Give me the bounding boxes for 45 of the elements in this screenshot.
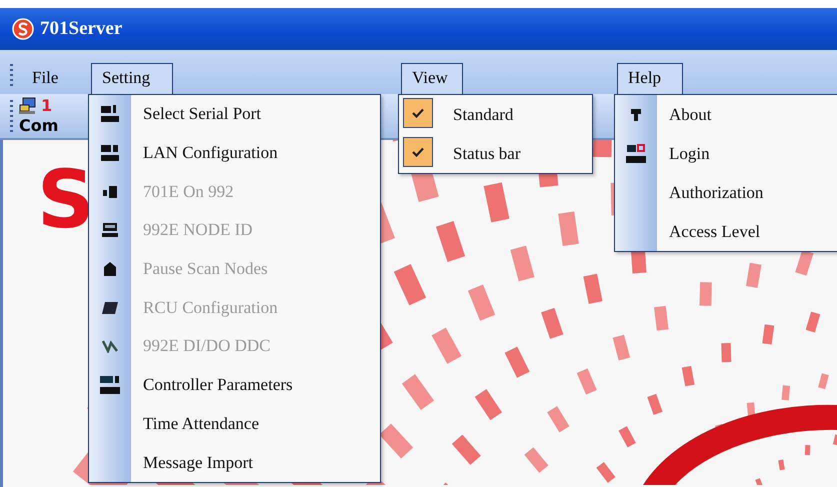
menu-item[interactable]: Time Attendance — [89, 404, 380, 444]
menu-item[interactable]: Authorization — [615, 173, 837, 212]
checkmark-icon — [412, 108, 424, 118]
pattern-tile — [700, 282, 712, 306]
menu-tab[interactable]: Setting — [91, 63, 173, 94]
menu-tab[interactable]: File — [21, 63, 81, 94]
pattern-tile — [612, 334, 630, 360]
menu-item[interactable]: About — [615, 95, 837, 134]
serial-port-icon — [100, 104, 120, 124]
com-label: Com — [19, 116, 58, 136]
pattern-tile — [832, 434, 837, 446]
pattern-tile — [782, 385, 790, 400]
menu-item[interactable]: Access Level — [615, 212, 837, 251]
pattern-tile — [778, 460, 785, 470]
menu-item[interactable]: Message Import — [89, 443, 380, 482]
window-title: 701Server — [40, 18, 122, 40]
pattern-tile — [806, 312, 820, 332]
pattern-tile — [762, 324, 774, 344]
pattern-tile — [804, 444, 810, 456]
network-icon — [100, 143, 120, 164]
pattern-tile — [558, 212, 579, 246]
menu-item[interactable]: Status bar — [399, 134, 592, 173]
com-tool-button[interactable]: 1 Com — [19, 96, 58, 136]
com-number: 1 — [41, 96, 52, 116]
computer-icon — [19, 97, 37, 115]
pattern-tile — [682, 366, 695, 386]
app-logo-icon — [12, 18, 34, 40]
menu-tab[interactable]: Help — [617, 63, 683, 94]
pattern-tile — [583, 274, 602, 304]
pattern-tile — [818, 373, 829, 390]
panel-icon — [102, 300, 118, 315]
pattern-tile — [755, 478, 764, 485]
menu-item[interactable]: Controller Parameters — [89, 366, 380, 404]
pattern-tile — [647, 394, 663, 415]
pattern-tile — [654, 306, 668, 331]
menu-item[interactable]: Select Serial Port — [89, 95, 380, 134]
login-icon — [625, 142, 647, 164]
menu-item[interactable]: Standard — [399, 95, 592, 134]
checkmark-icon — [412, 147, 424, 157]
pattern-tile — [746, 262, 762, 288]
computer-icon — [102, 222, 118, 238]
menu-item[interactable]: Login — [615, 134, 837, 173]
controller-icon — [99, 374, 121, 396]
menu-tab[interactable]: View — [401, 63, 463, 94]
pattern-tile — [721, 342, 732, 362]
